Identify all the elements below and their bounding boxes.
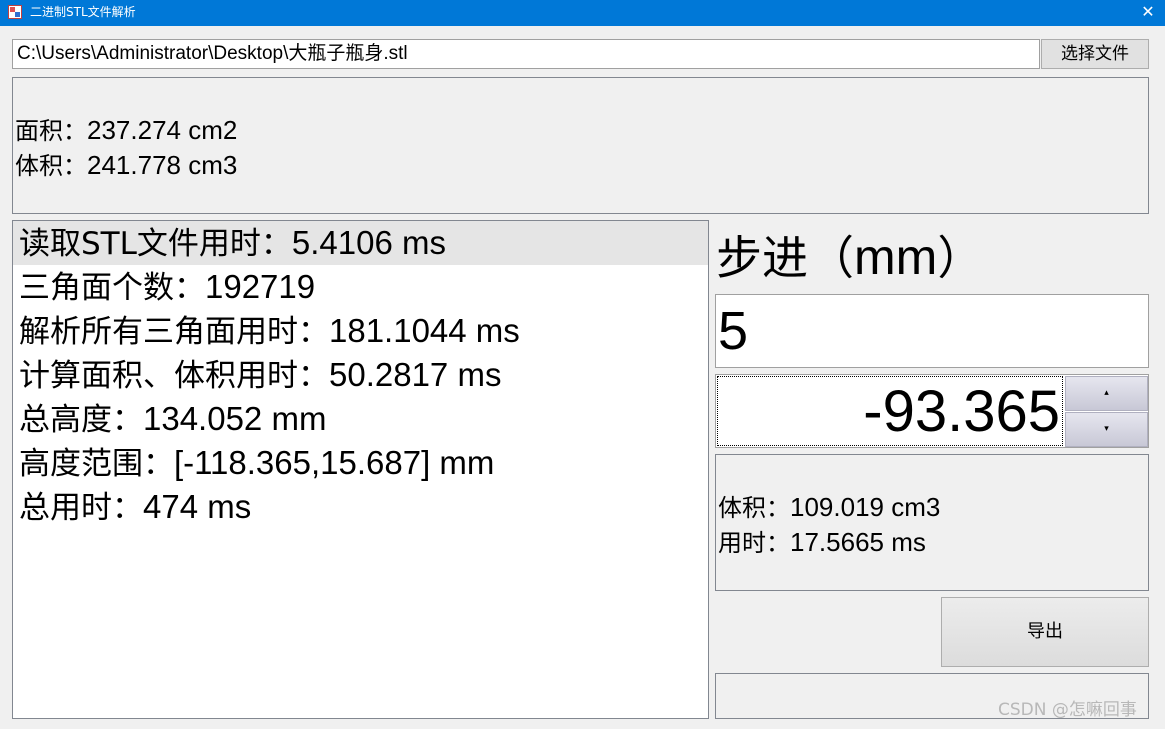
- choose-file-button[interactable]: 选择文件: [1041, 39, 1149, 69]
- volume-value: 241.778 cm3: [87, 150, 238, 180]
- summary-panel: 面积：237.274 cm2 体积：241.778 cm3: [12, 77, 1149, 214]
- window-title: 二进制STL文件解析: [30, 5, 136, 19]
- list-item[interactable]: 计算面积、体积用时：50.2817 ms: [13, 353, 708, 397]
- height-value-field[interactable]: -93.365: [717, 376, 1063, 446]
- area-value: 237.274 cm2: [87, 115, 238, 145]
- elapsed-time-line: 用时：17.5665 ms: [718, 525, 926, 560]
- volume-label: 体积：: [15, 152, 87, 180]
- spin-up-button[interactable]: ▴: [1065, 376, 1148, 411]
- partial-volume-value: 109.019 cm3: [790, 492, 941, 522]
- app-icon: [8, 5, 22, 19]
- list-item[interactable]: 解析所有三角面用时：181.1044 ms: [13, 309, 708, 353]
- close-button[interactable]: ✕: [1131, 0, 1165, 26]
- log-listbox[interactable]: 读取STL文件用时：5.4106 ms 三角面个数：192719 解析所有三角面…: [12, 220, 709, 719]
- list-item[interactable]: 总高度：134.052 mm: [13, 397, 708, 441]
- list-item[interactable]: 总用时：474 ms: [13, 485, 708, 529]
- file-path-field[interactable]: C:\Users\Administrator\Desktop\大瓶子瓶身.stl: [12, 39, 1040, 69]
- list-item[interactable]: 读取STL文件用时：5.4106 ms: [13, 221, 708, 265]
- watermark: CSDN @怎嘛回事: [998, 700, 1137, 720]
- export-button[interactable]: 导出: [941, 597, 1149, 667]
- list-item[interactable]: 高度范围：[-118.365,15.687] mm: [13, 441, 708, 485]
- step-input[interactable]: 5: [715, 294, 1149, 368]
- total-volume-line: 体积：241.778 cm3: [15, 148, 237, 183]
- height-spinner[interactable]: -93.365 ▴ ▾: [715, 374, 1149, 448]
- elapsed-time-value: 17.5665 ms: [790, 527, 926, 557]
- result-panel: 体积：109.019 cm3 用时：17.5665 ms: [715, 454, 1149, 591]
- spin-down-button[interactable]: ▾: [1065, 412, 1148, 447]
- step-label: 步进（mm）: [716, 229, 984, 285]
- elapsed-time-label: 用时：: [718, 529, 790, 557]
- partial-volume-line: 体积：109.019 cm3: [718, 490, 940, 525]
- partial-volume-label: 体积：: [718, 494, 790, 522]
- title-bar: 二进制STL文件解析 ✕: [0, 0, 1165, 26]
- list-item[interactable]: 三角面个数：192719: [13, 265, 708, 309]
- total-area-line: 面积：237.274 cm2: [15, 113, 237, 148]
- area-label: 面积：: [15, 117, 87, 145]
